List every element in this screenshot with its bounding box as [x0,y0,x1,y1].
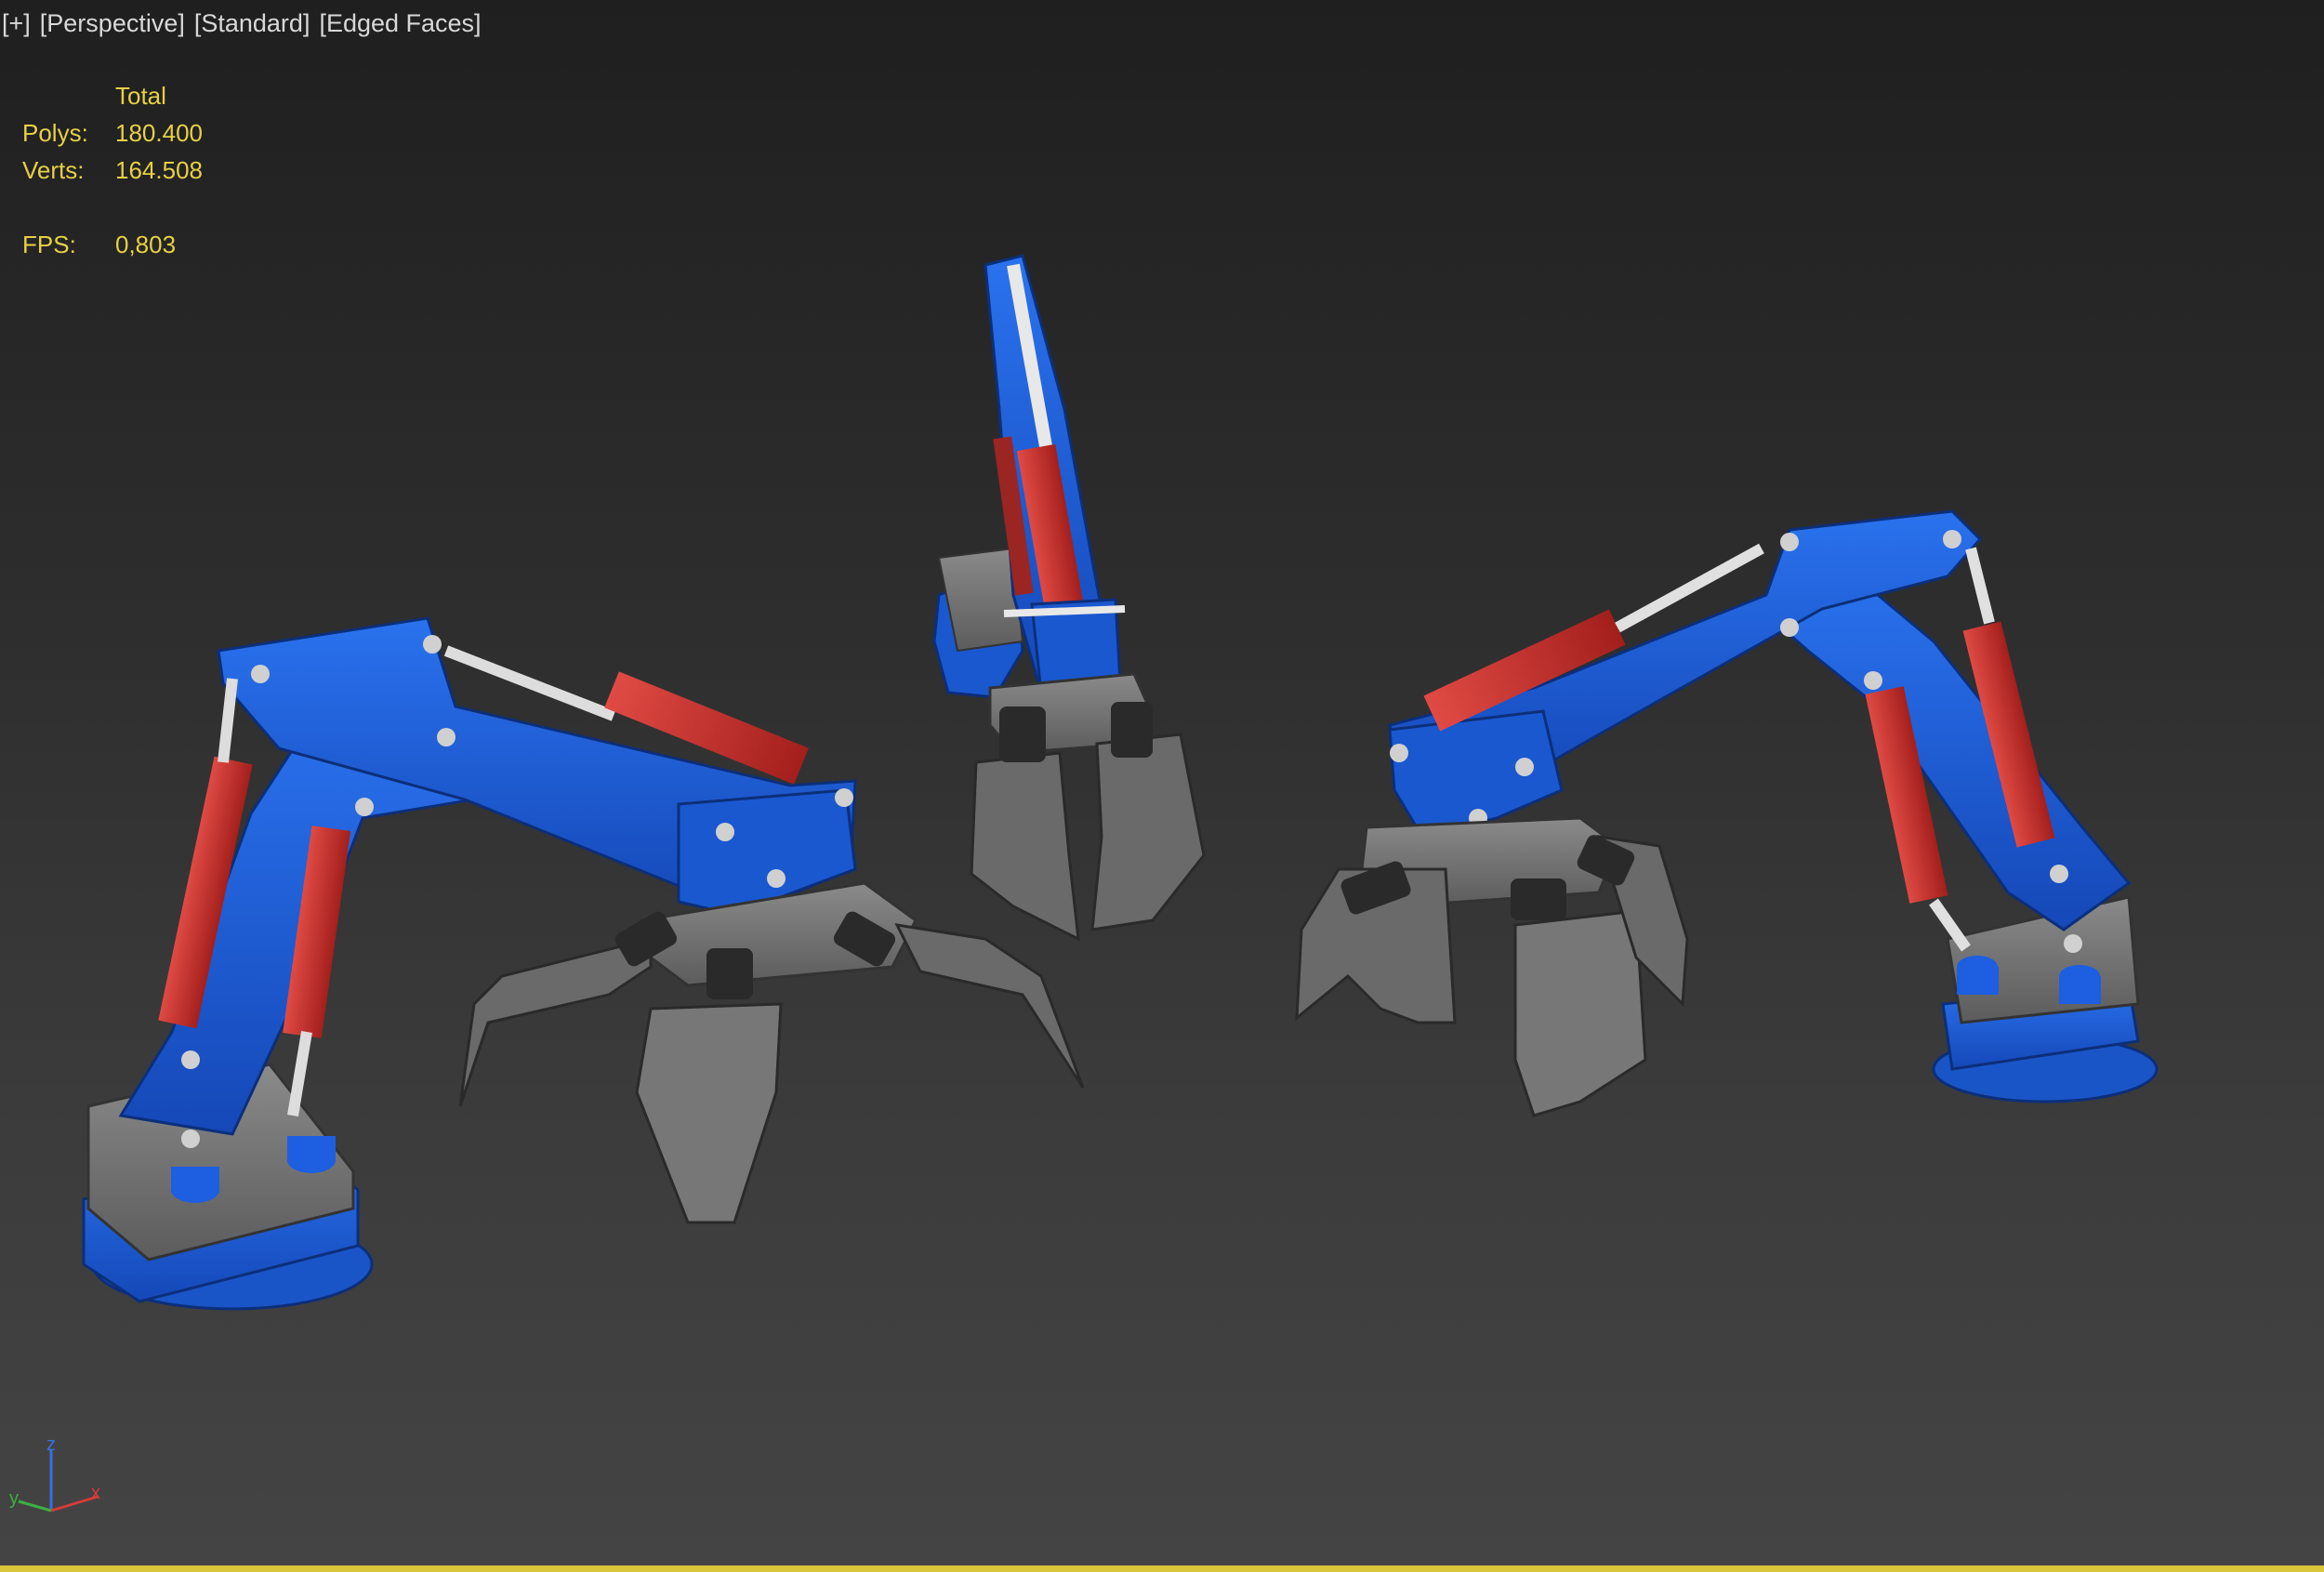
right-pin-8 [2050,865,2068,883]
claw-center-joint-2 [1111,702,1153,758]
claw-center[interactable] [970,672,1206,942]
center-crossbar [1003,605,1126,617]
right-pin-4 [1864,671,1882,690]
right-pin-9 [2064,934,2082,953]
claw-right-finger-center [1513,909,1647,1117]
z-axis-label: z [46,1434,56,1455]
right-pin-6 [1515,758,1534,776]
left-base-knob-2-body [287,1136,336,1162]
y-axis-line [18,1499,52,1513]
left-pin-4 [355,798,374,816]
x-axis-label: x [91,1483,100,1503]
scene-render[interactable] [0,0,2324,1567]
claw-left-finger-right [894,923,1085,1089]
left-pin-1 [251,665,270,683]
claw-center-joint-1 [999,707,1046,762]
claw-left-finger-front [635,1002,783,1224]
robot-arm-right[interactable] [1388,509,2159,1103]
left-piston-low [287,1031,312,1116]
claw-center-finger-right [1090,733,1206,931]
perspective-viewport[interactable]: [+] [Perspective] [Standard] [Edged Faces] … [0,0,2324,1567]
right-base-knob-2-top [2059,965,2100,987]
right-pin-1 [1780,533,1799,551]
right-base-knob-1-top [1957,956,1998,978]
axis-gizmo: z y x [9,1434,100,1513]
claw-center-finger-left [970,751,1080,942]
right-pin-5 [1390,744,1408,762]
left-base-knob-1-body [171,1167,219,1193]
left-piston-top [443,645,616,721]
left-pin-5 [716,823,734,841]
robot-arm-center[interactable] [932,254,1126,699]
right-pin-3 [1780,618,1799,637]
left-pin-2 [423,635,442,654]
right-pin-2 [1943,530,1961,548]
active-viewport-border [0,1565,2324,1572]
claw-right[interactable] [1295,816,1689,1117]
right-piston-mid [1965,547,1995,625]
right-lower-arm [1768,570,2132,931]
left-pin-7 [835,788,853,807]
left-pin-6 [767,869,786,888]
claw-left-finger-left [458,937,653,1107]
left-pin-3 [437,728,456,746]
left-pin-8 [181,1050,200,1069]
left-pin-9 [181,1129,200,1148]
claw-right-joint-2 [1511,878,1566,920]
y-axis-label: y [9,1488,19,1509]
claw-left[interactable] [458,881,1085,1224]
claw-left-joint-3 [706,948,753,999]
left-piston-mid [218,678,238,763]
